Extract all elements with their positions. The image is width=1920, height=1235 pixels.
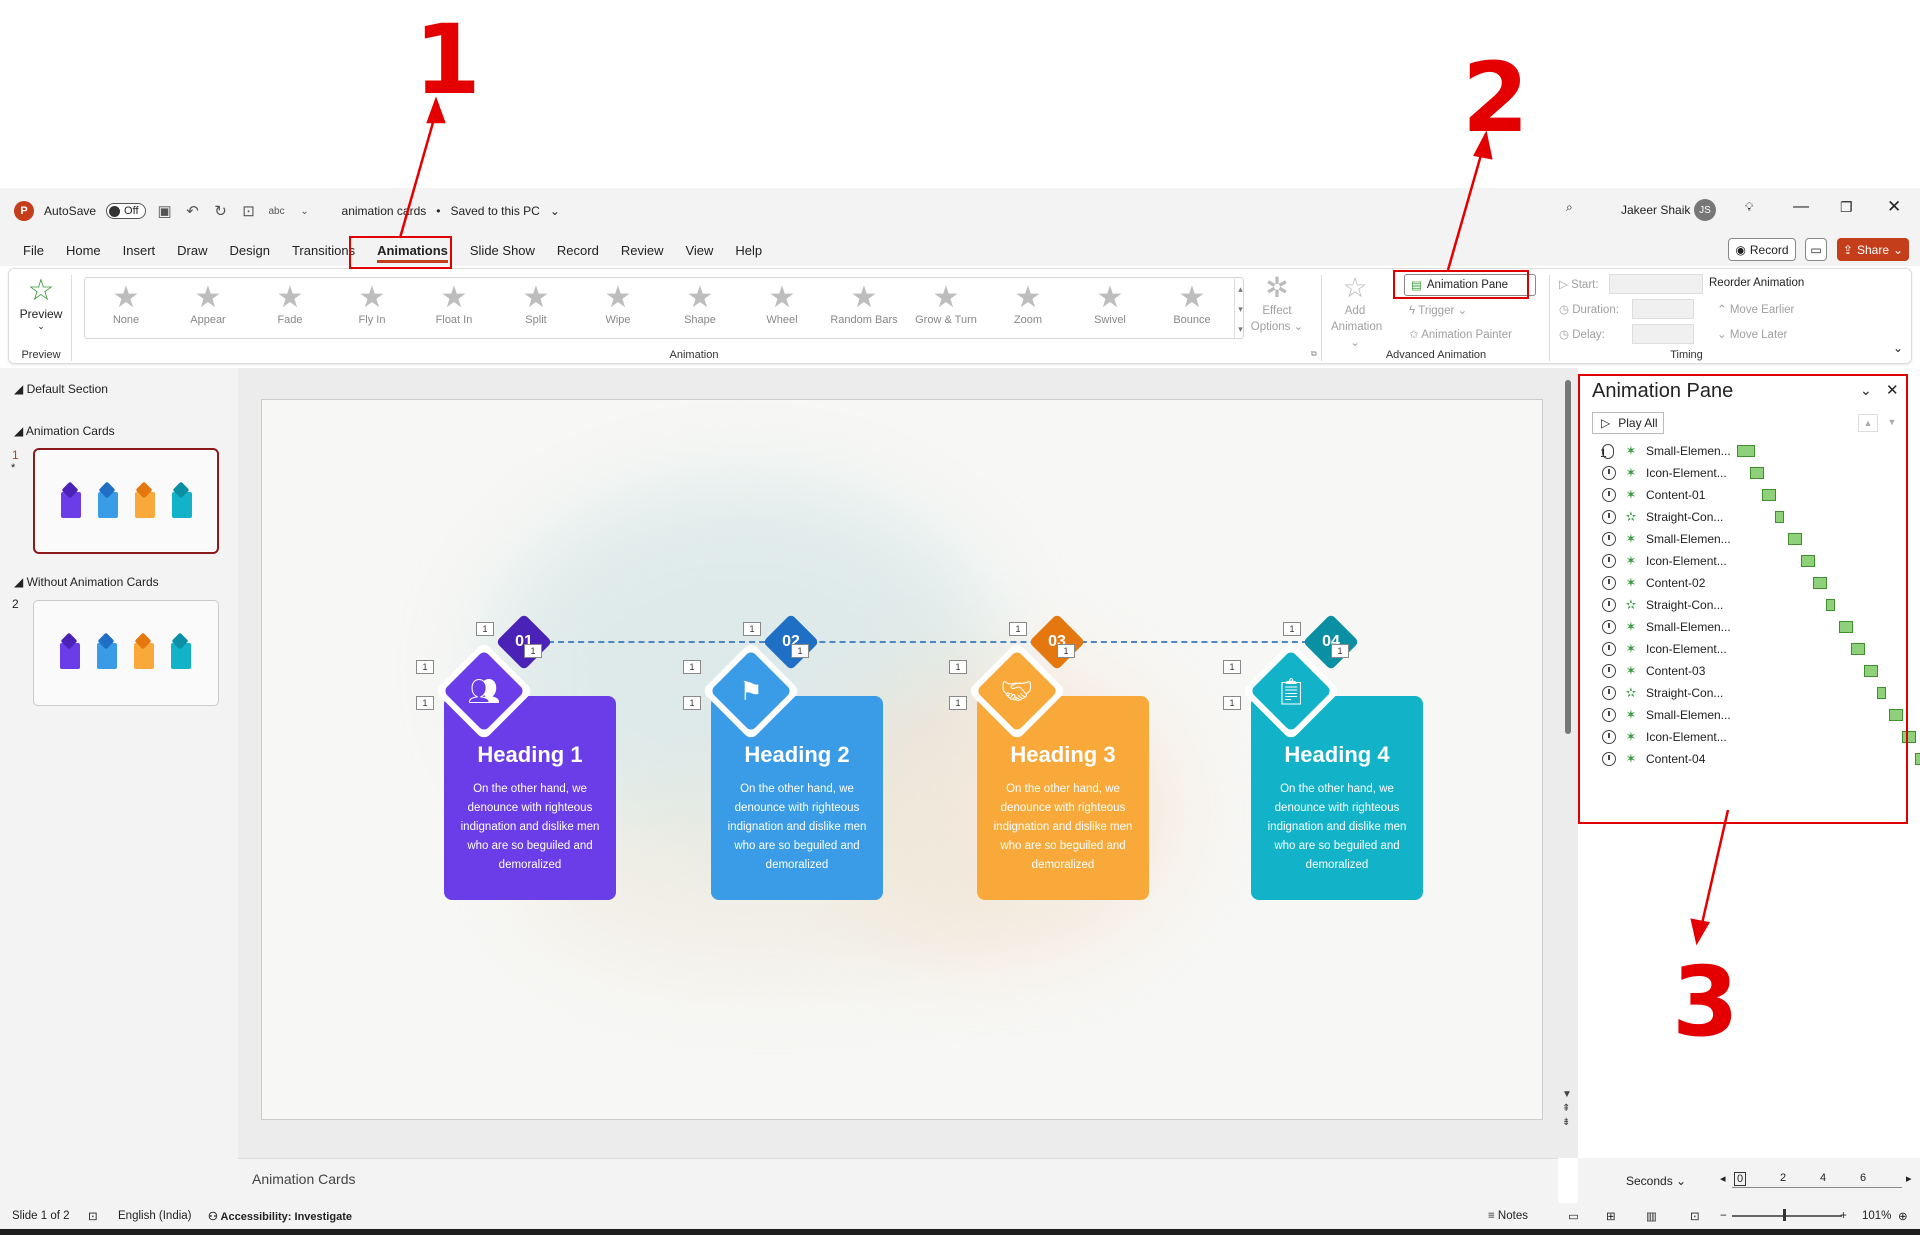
- annotation-arrows: [398, 96, 1730, 946]
